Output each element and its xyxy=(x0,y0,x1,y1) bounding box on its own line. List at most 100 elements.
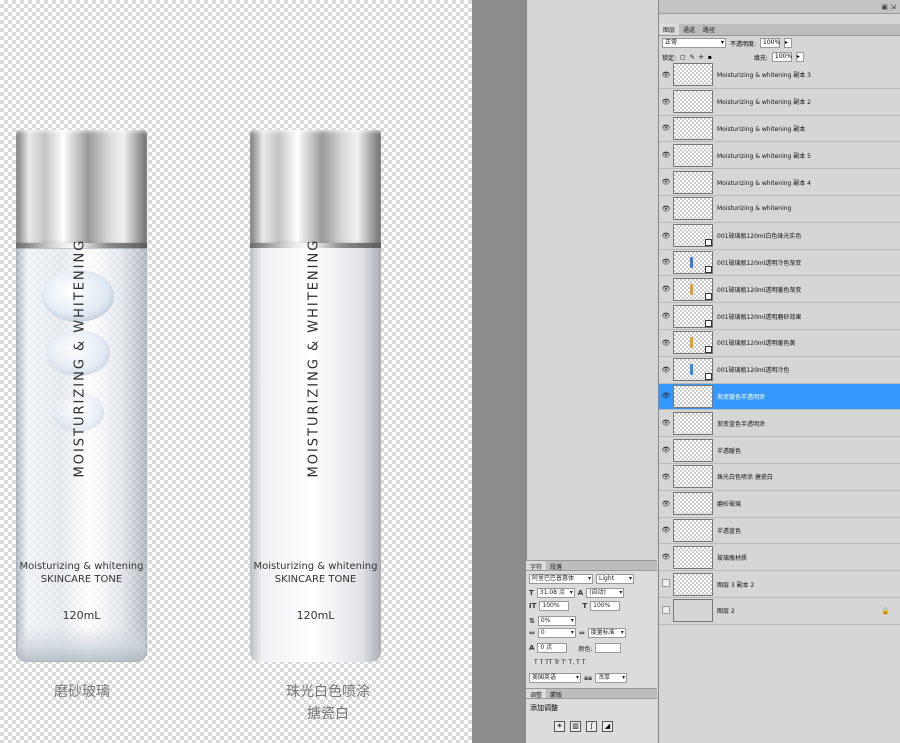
layer-row[interactable]: 👁 001玻璃瓶120ml透明冷色 xyxy=(659,357,900,384)
layer-row[interactable]: 👁 001玻璃瓶120ml透明暖色渐变 xyxy=(659,276,900,304)
eye-icon[interactable]: 👁 xyxy=(659,312,673,320)
lock-all-icon[interactable]: ▪ xyxy=(708,54,712,61)
leading-field[interactable]: (自动) xyxy=(586,588,625,598)
layer-thumbnail xyxy=(673,358,713,382)
horizontal-scale-field[interactable]: 100% xyxy=(590,601,621,611)
smart-object-icon xyxy=(705,292,712,300)
eye-icon[interactable]: 👁 xyxy=(659,553,673,561)
layer-name: 001玻璃瓶120ml透明冷色 xyxy=(717,367,790,375)
visibility-toggle[interactable] xyxy=(659,579,673,589)
font-family-select[interactable]: 阿里巴巴普惠体 xyxy=(529,574,593,584)
document-canvas[interactable]: MOISTURIZING & WHITENING Moisturizing & … xyxy=(0,0,472,743)
exposure-icon[interactable]: ◢ xyxy=(602,721,613,732)
tab-character[interactable]: 字符 xyxy=(526,561,547,571)
eye-icon[interactable]: 👁 xyxy=(659,366,673,374)
tab-paragraph[interactable]: 段落 xyxy=(546,561,566,571)
levels-icon[interactable]: ▥ xyxy=(570,721,581,732)
eye-icon[interactable]: 👁 xyxy=(659,178,673,186)
layers-panel-tabs: 图层 通道 路径 xyxy=(659,24,900,36)
layer-row[interactable]: 图层 3 副本 2 xyxy=(659,571,900,598)
curves-icon[interactable]: ∫ xyxy=(586,721,597,732)
layer-row[interactable]: 👁 001玻璃瓶120ml透明冷色渐变 xyxy=(659,250,900,277)
layer-row[interactable]: 👁 渐变蓝色半透明涂 xyxy=(659,410,900,438)
character-panel-tabs: 字符 段落 xyxy=(526,561,657,571)
opacity-field[interactable]: 100% xyxy=(760,38,780,48)
visibility-toggle[interactable] xyxy=(659,606,673,616)
eye-icon[interactable]: 👁 xyxy=(659,124,673,132)
layer-row[interactable]: 👁 磨砂玻璃 xyxy=(659,491,900,518)
layer-name: Moisturizing & whitening 副本 5 xyxy=(717,152,811,160)
eye-icon[interactable]: 👁 xyxy=(659,500,673,508)
glass-base xyxy=(18,626,145,662)
layer-row[interactable]: 👁 Moisturizing & whitening 副本 4 xyxy=(659,169,900,196)
layer-name: 001玻璃瓶120ml透明冷色渐变 xyxy=(717,259,802,267)
color-label: 颜色: xyxy=(578,645,593,653)
layer-row[interactable]: 👁 Moisturizing & whitening 副本 3 xyxy=(659,62,900,89)
scale-row: IT 100% T 100% xyxy=(529,601,621,611)
layer-row[interactable]: 👁 001玻璃瓶120ml透明暖色黄 xyxy=(659,330,900,357)
eye-icon[interactable]: 👁 xyxy=(659,71,673,79)
panel-menu-icon[interactable]: ▣ ⇲ xyxy=(881,3,896,11)
font-size-field[interactable]: 31.08 点 xyxy=(536,588,575,598)
smart-object-icon xyxy=(705,265,712,273)
eye-icon[interactable]: 👁 xyxy=(659,473,673,481)
layer-row[interactable]: 👁 半透暖色 xyxy=(659,437,900,464)
layer-name: 图层 2 xyxy=(717,608,735,616)
layer-row[interactable]: 👁 Moisturizing & whitening xyxy=(659,196,900,223)
adjustments-panel: 调整 蒙版 添加调整 ☀ ▥ ∫ ◢ xyxy=(526,688,657,743)
opacity-slider-icon[interactable]: ▸ xyxy=(784,38,793,48)
layer-row[interactable]: 👁 珠光白色喷涂 搪瓷白 xyxy=(659,464,900,491)
lock-pixels-icon[interactable]: ✎ xyxy=(690,54,695,61)
antialias-select[interactable]: 浑厚 xyxy=(595,673,628,683)
vertical-scale-field[interactable]: 100% xyxy=(539,601,570,611)
text-style-buttons[interactable]: T T TT Tr T' T, T T xyxy=(534,659,585,666)
caption-frosted-glass: 磨砂玻璃 xyxy=(30,681,134,701)
fill-slider-icon[interactable]: ▸ xyxy=(795,52,804,62)
layer-row[interactable]: 👁 001玻璃瓶120ml透明磨砂效果 xyxy=(659,303,900,330)
lock-transparency-icon[interactable]: ▢ xyxy=(680,54,686,61)
layer-row[interactable]: 👁 玻璃瓶材质 xyxy=(659,544,900,572)
caption-line1: 磨砂玻璃 xyxy=(54,684,110,700)
eye-icon[interactable]: 👁 xyxy=(659,446,673,454)
layer-thumbnail xyxy=(673,197,713,221)
blend-mode-select[interactable]: 正常 xyxy=(662,38,726,48)
brightness-icon[interactable]: ☀ xyxy=(554,721,565,732)
kerning-select[interactable]: 度量标准 xyxy=(587,628,626,638)
tab-channels[interactable]: 通道 xyxy=(679,24,699,35)
eye-icon[interactable]: 👁 xyxy=(659,258,673,266)
tab-paths[interactable]: 路径 xyxy=(699,24,719,35)
caption-line2: 搪瓷白 xyxy=(307,706,349,722)
layer-row[interactable]: 👁 Moisturizing & whitening 副本 5 xyxy=(659,142,900,170)
eye-icon[interactable]: 👁 xyxy=(659,526,673,534)
layer-row[interactable]: 👁 001玻璃瓶120ml白色珠光实色 xyxy=(659,223,900,250)
thumbnail-mark xyxy=(690,256,693,268)
tab-masks[interactable]: 蒙版 xyxy=(546,689,566,699)
language-select[interactable]: 美国英语 xyxy=(529,673,581,683)
font-style-select[interactable]: Light xyxy=(596,574,634,584)
layer-row[interactable]: 👁 渐变暖色半透明涂 xyxy=(659,383,900,411)
lock-position-icon[interactable]: ✛ xyxy=(699,54,704,61)
eye-icon[interactable]: 👁 xyxy=(659,285,673,293)
eye-icon[interactable]: 👁 xyxy=(659,419,673,427)
eye-icon[interactable]: 👁 xyxy=(659,339,673,347)
tracking-field[interactable]: 0 xyxy=(537,628,576,638)
layer-row[interactable]: 图层 2 🔒 xyxy=(659,598,900,625)
eye-icon[interactable]: 👁 xyxy=(659,205,673,213)
eye-icon[interactable]: 👁 xyxy=(659,232,673,240)
text-color-swatch[interactable] xyxy=(595,643,622,653)
baseline-shift-field[interactable]: 0 点 xyxy=(537,643,568,653)
tab-layers[interactable]: 图层 xyxy=(659,24,680,35)
layer-row[interactable]: 👁 Moisturizing & whitening 副本 2 xyxy=(659,89,900,116)
tsume-field[interactable]: 0% xyxy=(537,616,576,626)
eye-icon[interactable]: 👁 xyxy=(659,392,673,400)
tab-adjustments[interactable]: 调整 xyxy=(526,689,547,699)
layer-row[interactable]: 👁 Moisturizing & whitening 副本 xyxy=(659,116,900,143)
layer-thumbnail xyxy=(673,224,713,248)
eye-icon[interactable]: 👁 xyxy=(659,151,673,159)
fill-field[interactable]: 100% xyxy=(771,52,792,62)
layer-row[interactable]: 👁 半透蓝色 xyxy=(659,518,900,545)
layer-thumbnail xyxy=(673,143,713,167)
eye-icon[interactable]: 👁 xyxy=(659,98,673,106)
layer-thumbnail xyxy=(673,63,713,87)
layer-thumbnail xyxy=(673,331,713,355)
